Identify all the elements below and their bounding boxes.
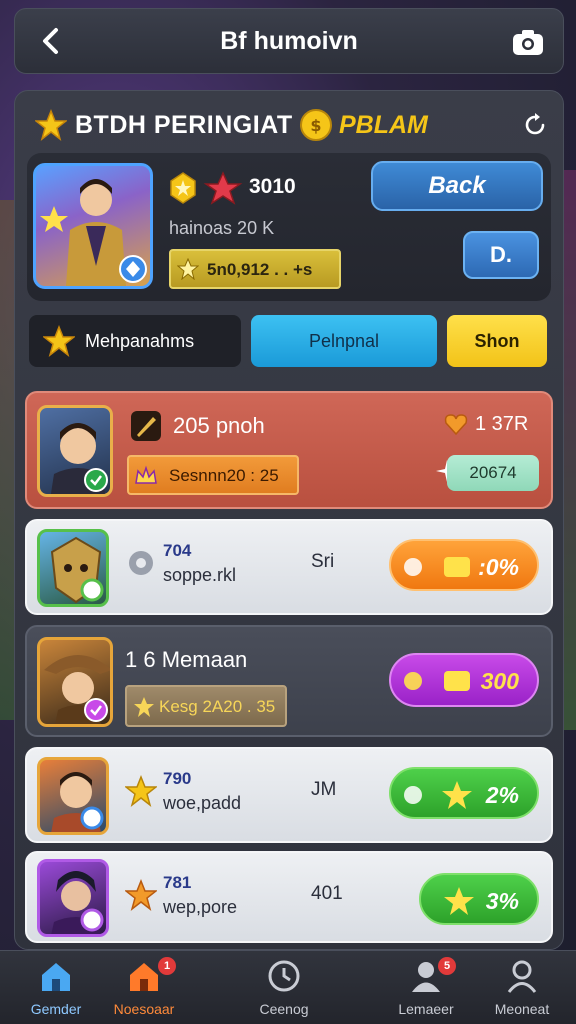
ticket-icon [444, 671, 470, 691]
ring-badge-icon [80, 806, 104, 830]
row-chip: Kesg 2A20 . 35 [125, 685, 287, 727]
gear-icon [129, 551, 153, 575]
nav-item-profile[interactable]: Meoneat [474, 957, 570, 1021]
ring-badge-icon [80, 908, 104, 932]
list-item[interactable]: 1 6 Memaan Kesg 2A20 . 35 300 [25, 625, 553, 737]
gear-icon [404, 786, 422, 804]
row-reward-button[interactable]: 2% [389, 767, 539, 819]
row-value-pill: 20674 [447, 455, 539, 491]
house-icon [130, 963, 158, 991]
panel-title-highlight: PBLAM [339, 111, 428, 139]
row-rank: 1 37R [475, 413, 529, 435]
row-chip-text: Sesnnn20 : 25 [169, 466, 279, 485]
avatar [37, 405, 113, 497]
profile-chip-text: 5n0,912 . . +s [207, 260, 313, 279]
clock-icon [268, 960, 300, 992]
row-reward-value: 3% [485, 888, 519, 914]
rank-badges-icon [170, 171, 243, 205]
row-reward-value: 2% [485, 782, 519, 808]
panel-header: BTDH PERINGIAT $ PBLAM [33, 107, 553, 143]
nav-badge: 5 [438, 957, 456, 975]
row-mid-value: JM [311, 779, 337, 800]
back-button[interactable]: Back [371, 161, 543, 211]
check-badge-icon [84, 468, 108, 492]
tab-row: Mehpanahms Pelnpnal Shon [29, 315, 549, 369]
tab-members-label: Mehpanahms [85, 331, 195, 351]
row-mid-value: Sri [311, 551, 335, 572]
coin-icon: $ [300, 109, 332, 141]
row-chip-text: Kesg 2A20 . 35 [159, 697, 276, 716]
crown-icon [135, 465, 157, 484]
row-mid-value: 401 [311, 883, 343, 904]
row-number: 790 [163, 769, 192, 788]
profile-score: 3010 [249, 175, 296, 198]
sword-icon [131, 411, 161, 441]
nav-label: Lemaeer [398, 1001, 454, 1017]
nav-label: Meoneat [494, 1001, 550, 1017]
nav-item-clock[interactable]: Ceenog [236, 957, 332, 1021]
profile-resource-chip: 5n0,912 . . +s [169, 249, 341, 289]
profile-card: 3010 hainoas 20 K 5n0,912 . . +s Back D. [27, 153, 551, 301]
row-reward-value: 300 [480, 668, 519, 694]
row-subtitle: wep,pore [163, 897, 238, 917]
row-name: 205 pnoh [173, 413, 265, 438]
top-bar: Bf humoivn [14, 8, 564, 74]
star-icon [444, 887, 474, 915]
row-reward-value: :0% [478, 554, 519, 580]
profile-avatar[interactable] [33, 163, 153, 289]
tab-shop[interactable]: Shon [447, 315, 547, 367]
tab-personal[interactable]: Pelnpnal [251, 315, 437, 367]
nav-item-home[interactable]: Gemder [8, 957, 104, 1021]
star-icon [177, 258, 199, 280]
row-name: 1 6 Memaan [125, 647, 248, 672]
panel-title: BTDH PERINGIAT [75, 111, 293, 139]
camera-icon[interactable] [511, 27, 545, 57]
star-icon [43, 325, 75, 357]
row-number: 781 [163, 873, 192, 892]
list-item[interactable]: 781 wep,pore 401 3% [25, 851, 553, 943]
bottom-nav: Gemder 1 Noesoaar Ceenog 5 Lemaeer Meone… [0, 950, 576, 1024]
nav-label: Ceenog [259, 1001, 309, 1017]
list-item[interactable]: 205 pnoh Sesnnn20 : 25 1 37R 20674 [25, 391, 553, 509]
nav-label: Noesoaar [113, 1001, 175, 1017]
check-badge-icon [84, 698, 108, 722]
star-icon [125, 775, 157, 807]
star-icon [35, 109, 67, 141]
avatar [37, 757, 109, 835]
app-title: Bf humoivn [220, 27, 358, 55]
star-icon [125, 879, 157, 911]
d-button[interactable]: D. [463, 231, 539, 279]
row-reward-button[interactable]: :0% [389, 539, 539, 591]
nav-item-members[interactable]: 5 Lemaeer [378, 957, 474, 1021]
row-subtitle: soppe.rkl [163, 565, 237, 585]
gear-icon [404, 672, 422, 690]
home-icon [42, 963, 70, 991]
avatar [37, 637, 113, 727]
refresh-icon[interactable] [521, 111, 549, 139]
verified-badge-icon [119, 255, 147, 283]
row-number: 704 [163, 541, 192, 560]
gear-icon [404, 558, 422, 576]
row-chip: Sesnnn20 : 25 [127, 455, 299, 495]
nav-label: Gemder [30, 1001, 82, 1017]
ring-badge-icon [80, 578, 104, 602]
star-icon [134, 697, 154, 717]
ticket-icon [444, 557, 470, 577]
row-reward-button[interactable]: 3% [419, 873, 539, 925]
svg-text:$: $ [310, 116, 321, 135]
row-reward-button[interactable]: 300 [389, 653, 539, 707]
nav-badge: 1 [158, 957, 176, 975]
avatar [37, 529, 109, 607]
nav-item-shop[interactable]: 1 Noesoaar [96, 957, 192, 1021]
list-item[interactable]: 790 woe,padd JM 2% [25, 747, 553, 843]
heart-icon [444, 414, 468, 436]
profile-icon [507, 960, 537, 993]
row-subtitle: woe,padd [163, 793, 242, 813]
avatar [37, 859, 109, 937]
main-panel: BTDH PERINGIAT $ PBLAM 3010 hainoas 20 K… [14, 90, 564, 950]
profile-subtitle: hainoas 20 K [169, 218, 275, 238]
list-item[interactable]: 704 soppe.rkl Sri :0% [25, 519, 553, 615]
star-icon [442, 781, 472, 809]
tab-members[interactable]: Mehpanahms [29, 315, 241, 367]
